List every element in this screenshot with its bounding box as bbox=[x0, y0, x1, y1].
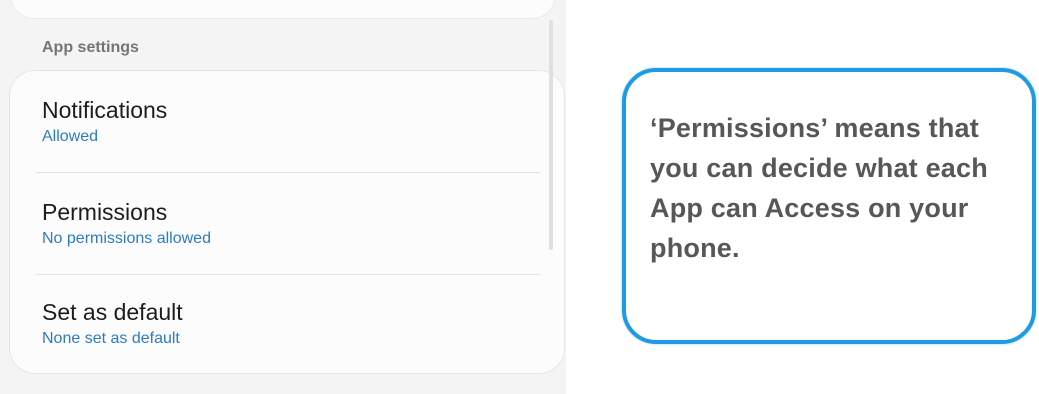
setting-item-notifications[interactable]: Notifications Allowed bbox=[42, 97, 542, 147]
previous-settings-card bbox=[10, 0, 556, 19]
divider bbox=[36, 274, 540, 275]
setting-subtitle-notifications: Allowed bbox=[42, 128, 99, 145]
scrollbar[interactable] bbox=[549, 20, 553, 250]
permissions-explanation-callout: ‘Permissions’ means that you can decide … bbox=[622, 68, 1036, 344]
app-info-settings-screen: App settings Notifications Allowed Permi… bbox=[0, 0, 566, 394]
divider bbox=[36, 172, 540, 173]
setting-item-set-as-default[interactable]: Set as default None set as default bbox=[42, 299, 542, 349]
setting-subtitle-permissions: No permissions allowed bbox=[42, 230, 211, 247]
setting-title-notifications: Notifications bbox=[42, 97, 168, 123]
section-header-app-settings: App settings bbox=[42, 39, 139, 56]
setting-item-permissions[interactable]: Permissions No permissions allowed bbox=[42, 199, 542, 249]
setting-subtitle-set-as-default: None set as default bbox=[42, 330, 180, 347]
app-settings-card: Notifications Allowed Permissions No per… bbox=[9, 70, 565, 374]
setting-title-permissions: Permissions bbox=[42, 199, 168, 225]
callout-text: ‘Permissions’ means that you can decide … bbox=[650, 113, 988, 263]
setting-title-set-as-default: Set as default bbox=[42, 299, 183, 325]
